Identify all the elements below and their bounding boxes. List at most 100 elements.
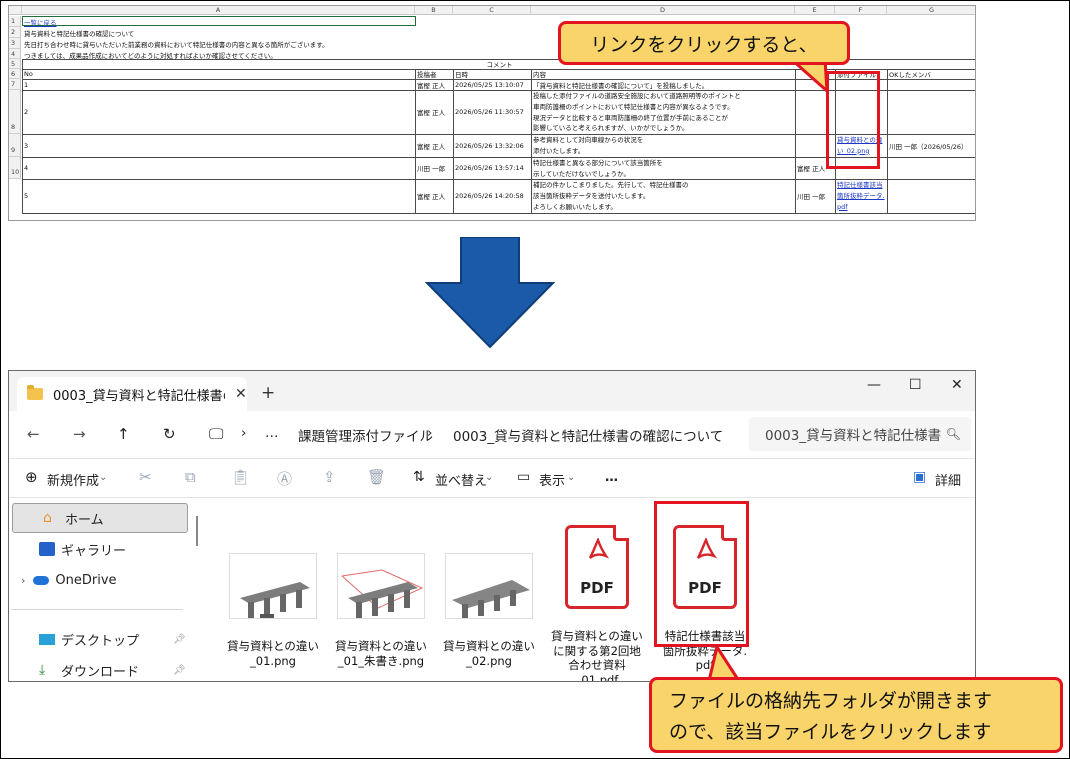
record-poster: 富樫 正人 [417, 193, 446, 201]
column-header-a[interactable]: A [22, 6, 415, 15]
record-content: 特記仕様書と異なる部分について該当箇所を 示していただけないでしょうか。 [533, 159, 663, 178]
close-window-icon[interactable]: ✕ [951, 377, 963, 393]
table-border [22, 213, 975, 214]
active-cell-outline [22, 16, 416, 26]
breadcrumb-item[interactable]: 0003_貸与資料と特記仕様書の確認について [453, 425, 723, 445]
column-header-g[interactable]: G [887, 6, 975, 15]
sort-button[interactable]: 並べ替え [435, 470, 487, 489]
record-poster: 川田 一郎 [417, 165, 446, 173]
row-header[interactable]: 3 [9, 38, 21, 49]
file-item[interactable]: 貸与資料との違い _02.png [437, 538, 541, 668]
down-arrow-icon [425, 237, 555, 349]
row-header[interactable]: 4 [9, 49, 21, 59]
ok-member: 川田 一郎（2026/05/26） [889, 142, 968, 151]
nav-item-home[interactable]: ⌂ ホーム [12, 503, 188, 533]
column-header-e[interactable]: E [795, 6, 835, 15]
row-header[interactable]: 6 [9, 69, 21, 79]
view-button[interactable]: 表示 [539, 470, 565, 489]
row-header[interactable]: 8 [9, 90, 21, 134]
new-button[interactable]: 新規作成 [47, 470, 99, 489]
table-border [22, 179, 975, 180]
file-name: 貸与資料との違い に関する第2回地 合わせ資料 _01.pdf [551, 629, 643, 682]
paste-icon[interactable]: 📋︎ [231, 468, 250, 486]
file-item[interactable]: 貸与資料との違い _01_朱書き.png [329, 538, 433, 668]
file-explorer-window: 0003_貸与資料と特記仕様書の確 ✕ + — ☐ ✕ ← → ↑ ↻ 🖵 › … [8, 370, 976, 682]
col-datetime-header: 日時 [455, 71, 468, 79]
row-header[interactable]: 10 [9, 157, 21, 179]
navigation-pane: ⌂ ホーム ギャラリー › OneDrive デスクトップ 📌︎ ⤓ ダウンロー… [9, 498, 195, 681]
file-item[interactable]: PDF 貸与資料との違い に関する第2回地 合わせ資料 _01.pdf [545, 510, 649, 682]
column-header-b[interactable]: B [415, 6, 453, 15]
computer-icon[interactable]: 🖵 [209, 425, 223, 443]
record-mention: 川田 一郎 [797, 193, 826, 201]
row-header[interactable]: 2 [9, 27, 21, 38]
table-border [22, 59, 23, 213]
image-thumbnail [337, 552, 425, 619]
nav-item-desktop[interactable]: デスクトップ [9, 624, 187, 654]
record-poster: 富樫 正人 [417, 81, 446, 90]
target-file-highlight [654, 501, 749, 647]
nav-item-gallery[interactable]: ギャラリー [9, 534, 187, 564]
col-ok-header: OKしたメンバ [889, 71, 931, 79]
expand-chevron-icon[interactable]: › [21, 574, 25, 587]
breadcrumb-separator-icon: › [427, 425, 433, 441]
page-frame: A B C D E F G 1 2 3 4 5 6 7 8 9 10 一覧に戻る… [0, 0, 1070, 759]
tab-bar: 0003_貸与資料と特記仕様書の確 ✕ + — ☐ ✕ [9, 371, 975, 411]
breadcrumb-more-button[interactable]: … [265, 425, 279, 441]
col-no-header: No [24, 70, 33, 78]
record-poster: 富樫 正人 [417, 142, 446, 151]
attachment-link[interactable]: 特記仕様書該当箇所抜粋データ.pdf [835, 179, 887, 213]
minimize-icon[interactable]: — [867, 377, 881, 393]
sheet-corner[interactable] [9, 6, 22, 15]
column-header-c[interactable]: C [453, 6, 531, 15]
address-bar: ← → ↑ ↻ 🖵 › … 課題管理添付ファイル › 0003_貸与資料と特記仕… [9, 411, 975, 459]
column-header-f[interactable]: F [835, 6, 887, 15]
pin-icon[interactable]: 📌︎ [173, 634, 186, 645]
breadcrumb-item[interactable]: 課題管理添付ファイル [298, 425, 433, 445]
breadcrumb-separator-icon: › [241, 425, 247, 441]
nav-scrollbar[interactable] [196, 516, 198, 546]
tab-title: 0003_貸与資料と特記仕様書の確 [53, 388, 225, 404]
search-icon: 🔍︎ [945, 427, 961, 441]
row-header[interactable]: 5 [9, 59, 21, 69]
details-button[interactable]: 詳細 [935, 470, 961, 489]
nav-item-label: OneDrive [55, 572, 117, 588]
file-name: 貸与資料との違い _02.png [443, 639, 535, 668]
file-item[interactable]: 貸与資料との違い _01.png [221, 538, 325, 668]
topic-title: 貸与資料と特記仕様書の確認について [24, 29, 135, 38]
close-tab-icon[interactable]: ✕ [235, 386, 247, 402]
chevron-down-icon: ⌄ [567, 472, 576, 483]
sort-icon: ⇅ [413, 469, 425, 485]
up-arrow-icon[interactable]: ↑ [117, 425, 130, 443]
row-header[interactable]: 7 [9, 79, 21, 90]
pdf-file-icon: PDF [565, 524, 629, 609]
new-tab-button[interactable]: + [261, 383, 275, 403]
search-box[interactable]: 0003_貸与資料と特記仕様書 🔍︎ [749, 417, 971, 451]
nav-item-onedrive[interactable]: › OneDrive [9, 565, 187, 595]
rename-icon[interactable]: Ⓐ [277, 468, 292, 489]
cut-icon[interactable]: ✂ [139, 468, 152, 486]
more-options-button[interactable]: … [605, 470, 618, 485]
table-border [453, 69, 454, 213]
view-icon: ▭ [517, 469, 531, 485]
share-icon[interactable]: ⇪ [323, 468, 336, 486]
back-arrow-icon[interactable]: ← [27, 425, 40, 443]
maximize-icon[interactable]: ☐ [909, 377, 922, 393]
record-datetime: 2026/05/26 13:57:14 [455, 164, 524, 172]
row-header[interactable]: 9 [9, 134, 21, 157]
table-border [415, 69, 416, 213]
delete-icon[interactable]: 🗑︎ [367, 468, 386, 486]
file-name: 貸与資料との違い _01.png [227, 639, 319, 668]
refresh-icon[interactable]: ↻ [163, 425, 176, 443]
copy-icon[interactable]: ⧉ [185, 468, 196, 486]
tab-current-folder[interactable]: 0003_貸与資料と特記仕様書の確 ✕ [17, 377, 247, 411]
instruction-callout-bottom: ファイルの格納先フォルダが開きます ので、該当ファイルをクリックします [649, 677, 1063, 753]
pin-icon[interactable]: 📌︎ [173, 665, 186, 676]
nav-item-downloads[interactable]: ⤓ ダウンロード [9, 655, 187, 681]
record-no: 5 [24, 192, 29, 200]
column-header-d[interactable]: D [531, 6, 795, 15]
search-input[interactable]: 0003_貸与資料と特記仕様書 [765, 424, 941, 444]
row-header[interactable]: 1 [9, 16, 21, 27]
forward-arrow-icon[interactable]: → [73, 425, 86, 443]
onedrive-icon [33, 575, 50, 585]
